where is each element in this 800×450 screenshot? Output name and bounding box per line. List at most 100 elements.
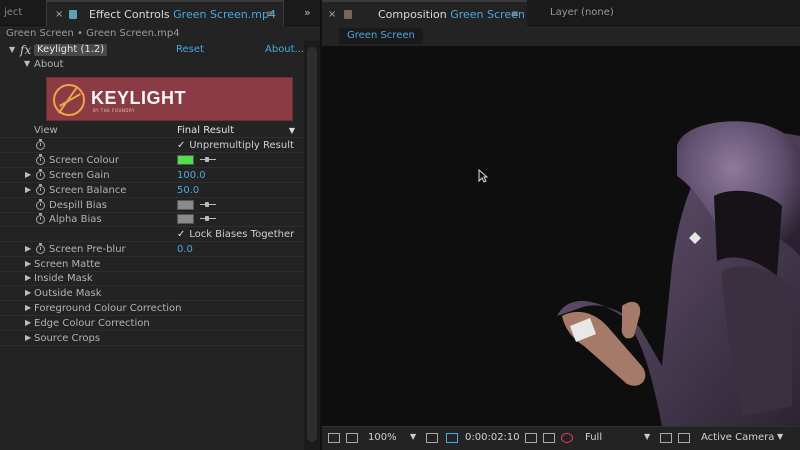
about-button[interactable]: About...: [265, 43, 304, 57]
composition-viewer-toolbar: 100% ▼ 0:00:02:10 Full ▼ Active Camera ▼: [322, 426, 800, 450]
always-preview-icon[interactable]: [328, 433, 340, 443]
camera-snapshot-icon[interactable]: [525, 433, 537, 443]
lock-biases-checkbox[interactable]: ✓ Lock Biases Together: [177, 227, 294, 242]
eyedropper-icon[interactable]: [200, 216, 216, 222]
stopwatch-icon[interactable]: [36, 199, 45, 210]
magnification-value[interactable]: 100%: [368, 432, 397, 443]
color-channels-icon[interactable]: [561, 433, 573, 443]
lock-biases-label: Lock Biases Together: [189, 229, 295, 240]
close-icon[interactable]: ×: [328, 2, 336, 27]
about-group-row[interactable]: ▼ About: [0, 57, 304, 72]
screen-balance-label: Screen Balance: [49, 185, 127, 196]
panel-menu-icon[interactable]: ≡: [511, 2, 519, 27]
effect-controls-panel: ject × Effect Controls Green Screen.mp4 …: [0, 0, 320, 450]
tab-layer[interactable]: Layer (none): [550, 0, 614, 26]
prop-row-view: View Final Result ▼: [0, 123, 304, 138]
despill-bias-swatch[interactable]: [177, 200, 194, 210]
stopwatch-icon[interactable]: [36, 169, 45, 180]
group-outside-mask[interactable]: ▶ Outside Mask: [0, 286, 304, 301]
eyedropper-icon[interactable]: [200, 202, 216, 208]
prop-row-unpremultiply: ✓ Unpremultiply Result: [0, 138, 304, 153]
screen-matte-label: Screen Matte: [34, 259, 101, 270]
banner-title: KEYLIGHT: [91, 88, 187, 108]
left-tab-bar: ject × Effect Controls Green Screen.mp4 …: [0, 0, 320, 26]
keylight-banner: KEYLIGHT BY THE FOUNDRY: [46, 77, 293, 121]
stopwatch-icon[interactable]: [36, 139, 45, 150]
active-camera-value[interactable]: Active Camera: [701, 432, 774, 443]
group-inside-mask[interactable]: ▶ Inside Mask: [0, 271, 304, 286]
chevron-down-icon[interactable]: ▼: [410, 432, 416, 441]
panel-overflow-icon[interactable]: »: [304, 0, 311, 26]
effect-header-keylight[interactable]: ▼ fx Keylight (1.2) Reset About...: [0, 43, 304, 57]
chevron-down-icon: ▼: [288, 126, 295, 135]
stopwatch-icon[interactable]: [36, 213, 45, 224]
transparency-grid-icon[interactable]: [678, 433, 690, 443]
monitor-icon[interactable]: [346, 433, 358, 443]
view-dropdown[interactable]: Final Result ▼: [177, 123, 299, 138]
keylight-logo-icon: [53, 84, 85, 116]
chevron-down-icon[interactable]: ▼: [644, 432, 650, 441]
panel-menu-icon[interactable]: ≡: [267, 2, 275, 27]
effect-controls-scrollbar[interactable]: [304, 41, 320, 450]
expand-triangle-icon[interactable]: ▶: [25, 271, 31, 285]
unpremultiply-label: Unpremultiply Result: [189, 140, 294, 151]
screen-colour-label: Screen Colour: [49, 155, 120, 166]
expand-triangle-icon[interactable]: ▶: [25, 242, 31, 256]
current-time-value[interactable]: 0:00:02:10: [465, 432, 520, 443]
comp-subtab-green-screen[interactable]: Green Screen: [339, 28, 423, 44]
effect-controls-header: Green Screen • Green Screen.mp4: [6, 28, 180, 39]
scroll-thumb[interactable]: [307, 47, 317, 442]
outside-mask-label: Outside Mask: [34, 288, 102, 299]
effect-name[interactable]: Keylight (1.2): [34, 44, 108, 56]
reset-button[interactable]: Reset: [176, 43, 204, 57]
stopwatch-icon[interactable]: [36, 154, 45, 165]
group-screen-matte[interactable]: ▶ Screen Matte: [0, 257, 304, 272]
chevron-down-icon[interactable]: ▼: [777, 432, 783, 441]
prop-row-screen-preblur: ▶ Screen Pre-blur 0.0: [0, 242, 304, 257]
composition-tab-title: Composition Green Screen: [378, 2, 525, 27]
expand-triangle-icon[interactable]: ▶: [25, 168, 31, 182]
screen-gain-value[interactable]: 100.0: [177, 168, 206, 183]
effect-controls-tab-label: Effect Controls: [89, 8, 170, 21]
screen-colour-swatch[interactable]: [177, 155, 194, 165]
group-foreground-colour-correction[interactable]: ▶ Foreground Colour Correction: [0, 301, 304, 316]
eyedropper-icon[interactable]: [200, 157, 216, 163]
composition-viewer[interactable]: [322, 46, 800, 426]
expand-triangle-icon[interactable]: ▶: [25, 331, 31, 345]
close-icon[interactable]: ×: [55, 2, 63, 27]
group-edge-colour-correction[interactable]: ▶ Edge Colour Correction: [0, 316, 304, 331]
group-source-crops[interactable]: ▶ Source Crops: [0, 331, 304, 346]
fx-icon[interactable]: fx: [20, 43, 31, 57]
checkmark-icon[interactable]: ✓: [177, 138, 186, 153]
inside-mask-label: Inside Mask: [34, 273, 93, 284]
resolution-value[interactable]: Full: [585, 432, 602, 443]
screen-balance-value[interactable]: 50.0: [177, 183, 199, 198]
expand-triangle-icon[interactable]: ▶: [25, 183, 31, 197]
collapse-triangle-icon[interactable]: ▼: [9, 43, 15, 57]
mask-visibility-icon[interactable]: [446, 433, 458, 443]
checkmark-icon[interactable]: ✓: [177, 227, 186, 242]
alpha-bias-label: Alpha Bias: [49, 214, 102, 225]
expand-triangle-icon[interactable]: ▶: [25, 257, 31, 271]
stopwatch-icon[interactable]: [36, 243, 45, 254]
safe-margins-icon[interactable]: [426, 433, 438, 443]
tab-composition[interactable]: × Composition Green Screen ≡: [322, 0, 527, 26]
collapse-triangle-icon[interactable]: ▼: [24, 57, 30, 71]
tab-project[interactable]: ject: [0, 0, 44, 26]
prop-row-screen-gain: ▶ Screen Gain 100.0: [0, 168, 304, 183]
lock-icon[interactable]: [69, 10, 77, 19]
region-of-interest-icon[interactable]: [660, 433, 672, 443]
expand-triangle-icon[interactable]: ▶: [25, 301, 31, 315]
alpha-bias-swatch[interactable]: [177, 214, 194, 224]
screen-preblur-value[interactable]: 0.0: [177, 242, 193, 257]
show-snapshot-icon[interactable]: [543, 433, 555, 443]
prop-row-screen-balance: ▶ Screen Balance 50.0: [0, 183, 304, 198]
composition-tab-label: Composition: [378, 8, 447, 21]
tab-effect-controls[interactable]: × Effect Controls Green Screen.mp4 ≡: [46, 0, 284, 26]
expand-triangle-icon[interactable]: ▶: [25, 286, 31, 300]
despill-bias-label: Despill Bias: [49, 200, 107, 211]
stopwatch-icon[interactable]: [36, 184, 45, 195]
expand-triangle-icon[interactable]: ▶: [25, 316, 31, 330]
unpremultiply-checkbox[interactable]: ✓ Unpremultiply Result: [177, 138, 294, 153]
lock-icon[interactable]: [344, 10, 352, 19]
